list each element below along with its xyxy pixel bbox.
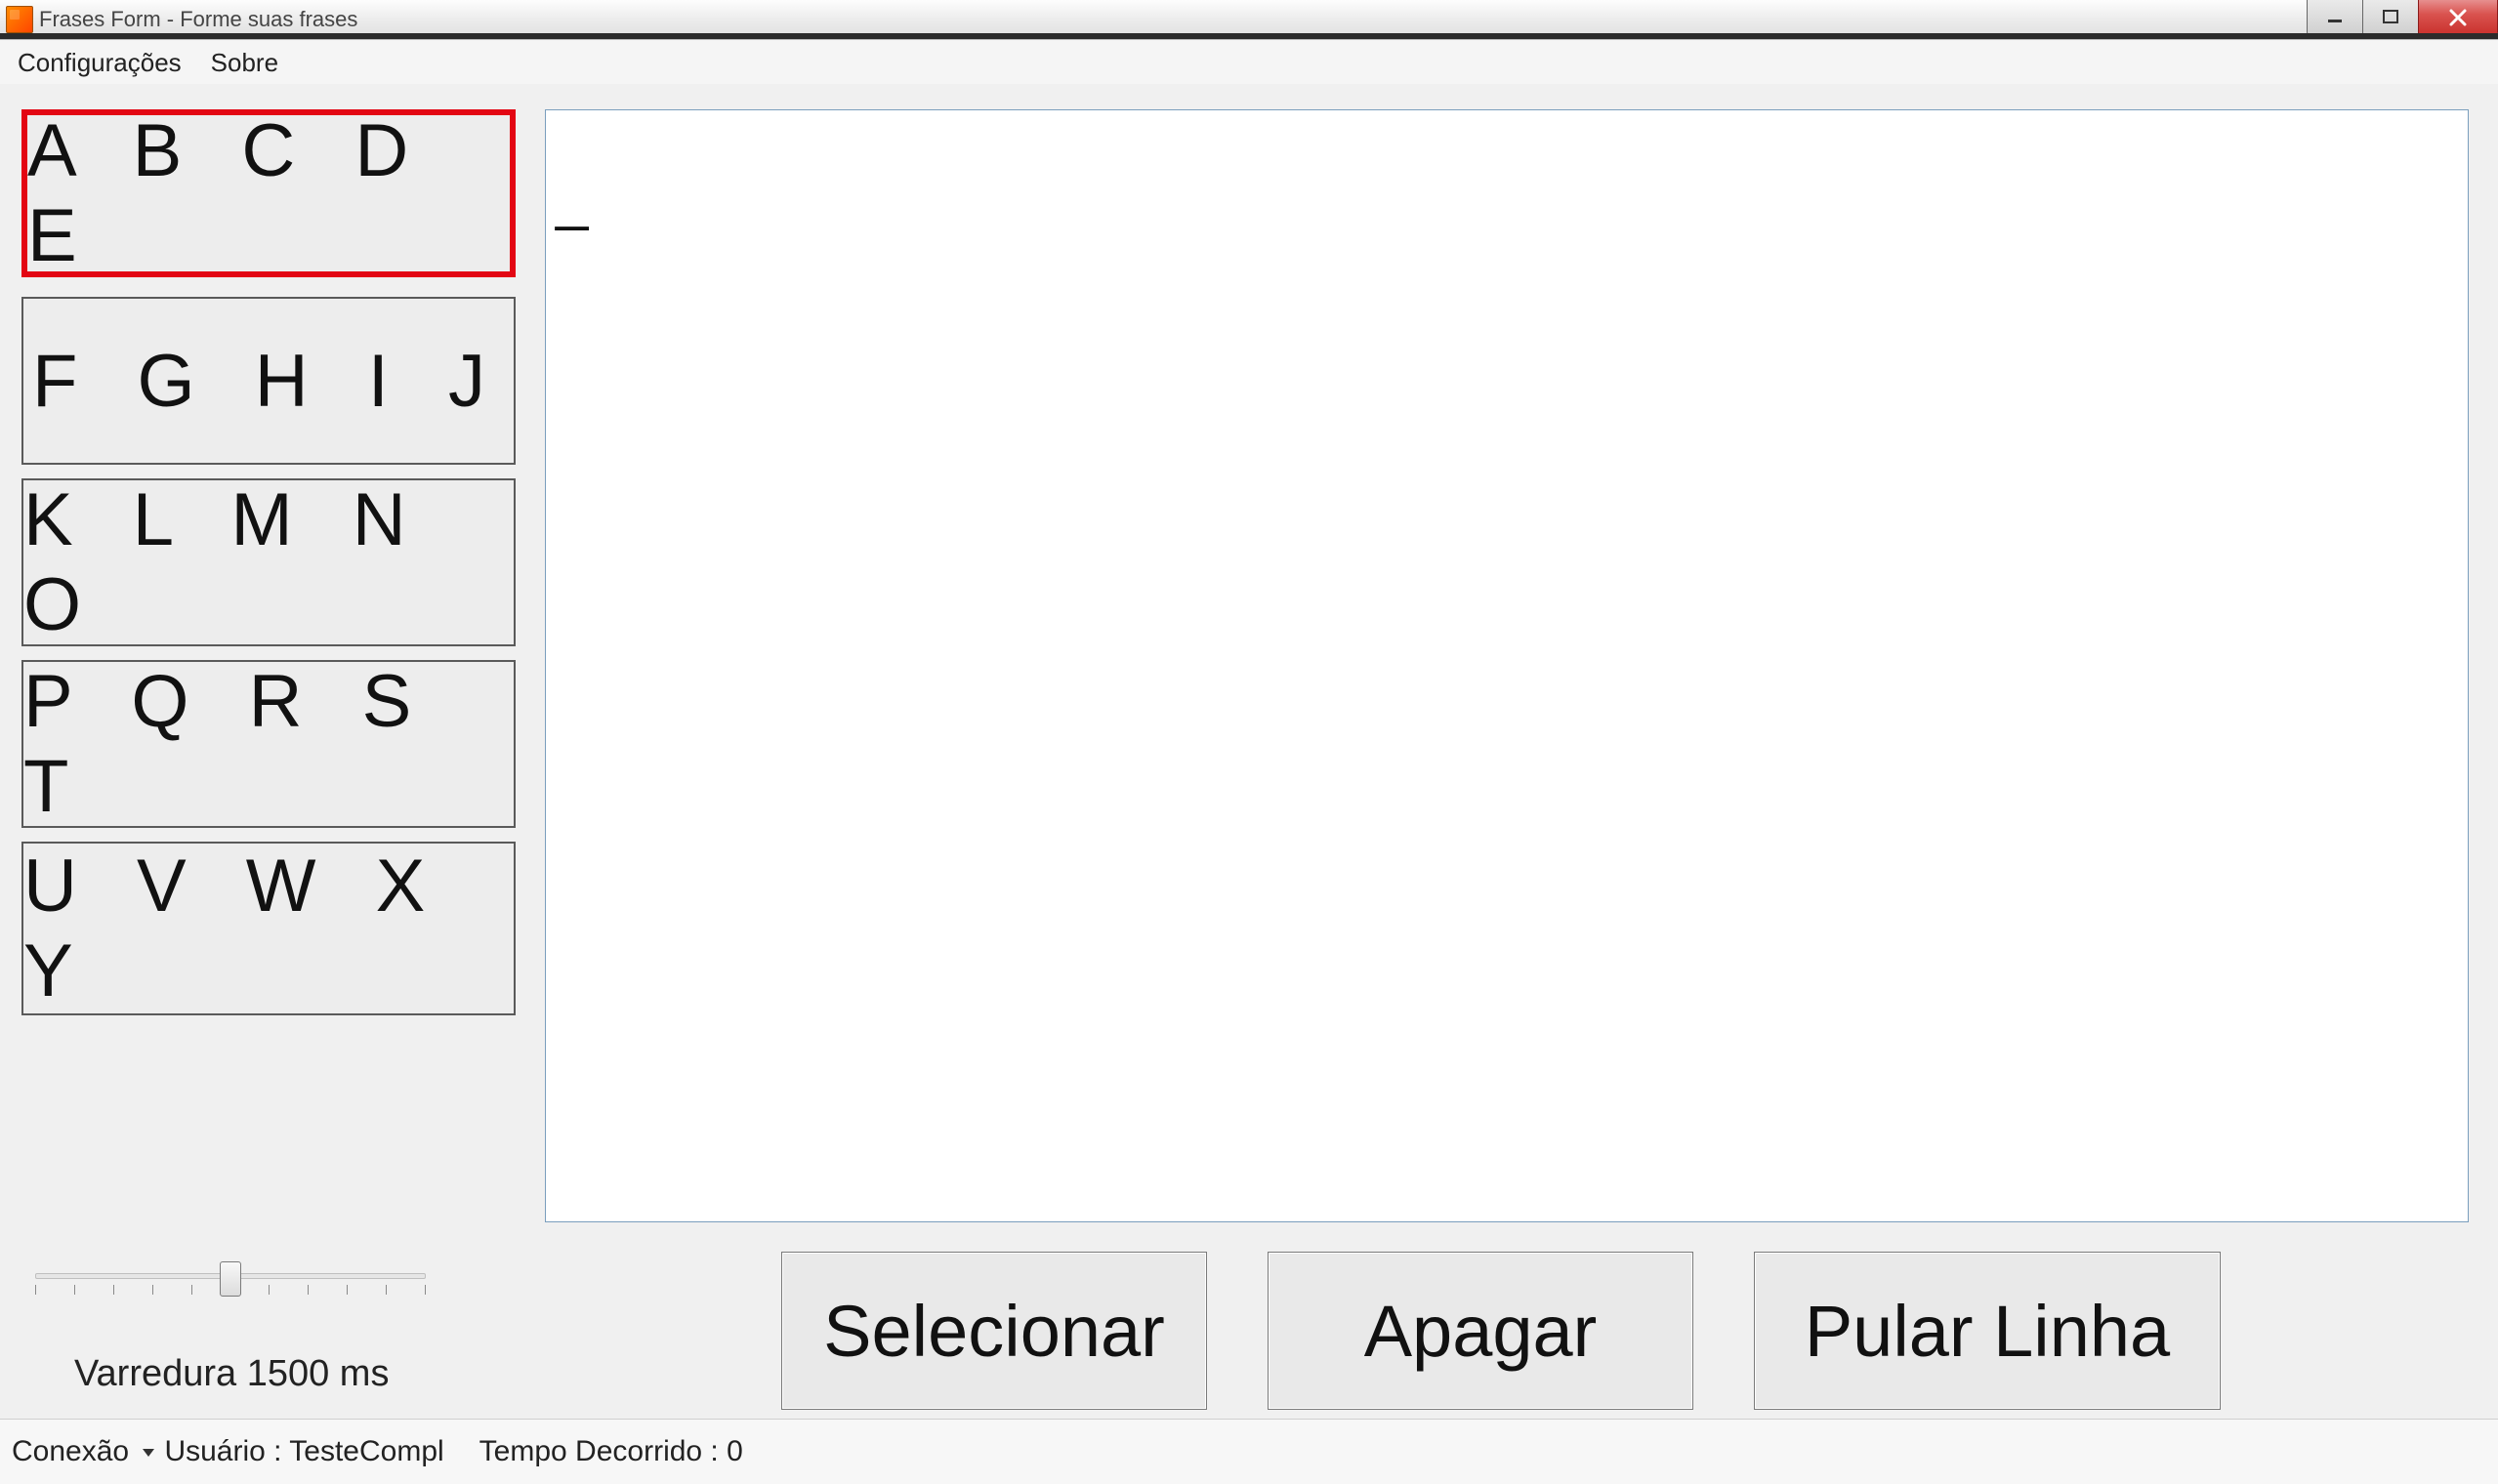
select-button[interactable]: Selecionar bbox=[781, 1252, 1207, 1410]
minimize-button[interactable] bbox=[2307, 0, 2362, 36]
status-connection[interactable]: Conexão bbox=[12, 1435, 154, 1468]
scan-speed-slider[interactable] bbox=[35, 1261, 426, 1310]
letter-group-klmno[interactable]: K L M N O bbox=[21, 478, 516, 646]
slider-thumb[interactable] bbox=[220, 1261, 241, 1297]
status-bar: Conexão Usuário : TesteCompl Tempo Decor… bbox=[0, 1419, 2498, 1484]
close-button[interactable] bbox=[2418, 0, 2498, 36]
letter-group-pqrst[interactable]: P Q R S T bbox=[21, 660, 516, 828]
menu-config[interactable]: Configurações bbox=[18, 48, 182, 78]
window-title: Frases Form - Forme suas frases bbox=[39, 7, 357, 32]
letter-group-abcde[interactable]: A B C D E bbox=[21, 109, 516, 277]
title-bar-shadow bbox=[0, 33, 2498, 39]
newline-button[interactable]: Pular Linha bbox=[1754, 1252, 2221, 1410]
textarea-content: _ bbox=[556, 165, 588, 232]
status-connection-label: Conexão bbox=[12, 1435, 129, 1467]
erase-button[interactable]: Apagar bbox=[1268, 1252, 1693, 1410]
chevron-down-icon bbox=[143, 1449, 154, 1457]
maximize-button[interactable] bbox=[2362, 0, 2418, 36]
status-elapsed: Tempo Decorrido : 0 bbox=[479, 1435, 743, 1468]
letter-group-uvwxy[interactable]: U V W X Y bbox=[21, 842, 516, 1015]
scan-speed-label: Varredura 1500 ms bbox=[74, 1353, 389, 1395]
window-controls bbox=[2307, 0, 2498, 35]
menu-about[interactable]: Sobre bbox=[211, 48, 278, 78]
menu-bar: Configurações Sobre bbox=[0, 40, 2498, 86]
title-left: Frases Form - Forme suas frases bbox=[6, 6, 357, 33]
phrase-textarea[interactable]: _ bbox=[545, 109, 2469, 1222]
status-user: Usuário : TesteCompl bbox=[164, 1435, 443, 1468]
app-icon bbox=[6, 6, 33, 33]
letter-group-fghij[interactable]: F G H I J bbox=[21, 297, 516, 465]
client-area: A B C D E F G H I J K L M N O P Q R S T … bbox=[0, 84, 2498, 1414]
